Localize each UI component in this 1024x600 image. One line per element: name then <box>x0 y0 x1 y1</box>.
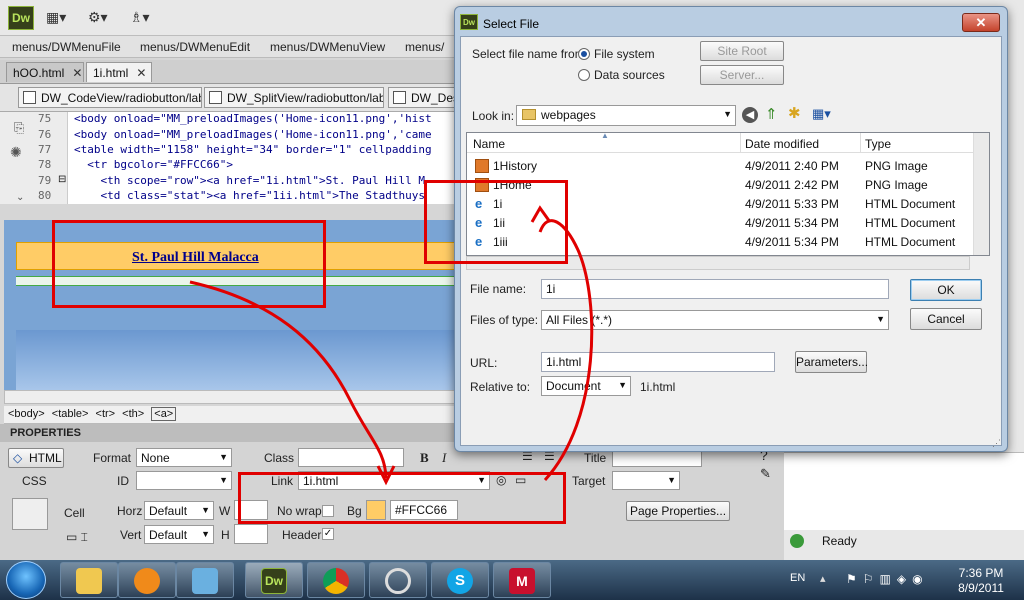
tray-icons[interactable]: ⚑⚐▥◈◉ <box>846 572 929 586</box>
language-indicator[interactable]: EN <box>790 572 805 584</box>
taskbar-app[interactable] <box>369 562 427 598</box>
clock-date: 8/9/2011 <box>958 581 1004 595</box>
annotation-arrow <box>189 280 388 479</box>
skype-icon: S <box>447 568 473 594</box>
clock[interactable]: 7:36 PM 8/9/2011 <box>944 566 1018 596</box>
annotation-arrows <box>189 205 594 486</box>
taskbar-media-player[interactable] <box>118 562 176 598</box>
paint-icon <box>192 568 218 594</box>
folder-icon <box>76 568 102 594</box>
arrow-head-icon <box>530 205 552 223</box>
taskbar-chrome[interactable] <box>307 562 365 598</box>
taskbar-paint[interactable] <box>176 562 234 598</box>
clock-time: 7:36 PM <box>958 566 1004 580</box>
chrome-icon <box>323 568 349 594</box>
taskbar-skype[interactable]: S <box>431 562 489 598</box>
mcafee-icon: M <box>509 568 535 594</box>
start-button[interactable] <box>6 561 46 599</box>
tray-expand-icon[interactable]: ▴ <box>820 572 826 585</box>
dreamweaver-icon: Dw <box>261 568 287 594</box>
taskbar-explorer[interactable] <box>60 562 118 598</box>
app-icon <box>385 568 411 594</box>
media-player-icon <box>134 568 160 594</box>
taskbar-mcafee[interactable]: M <box>493 562 551 598</box>
taskbar-dreamweaver[interactable]: Dw <box>245 562 303 598</box>
annotation-arrow <box>538 219 594 482</box>
